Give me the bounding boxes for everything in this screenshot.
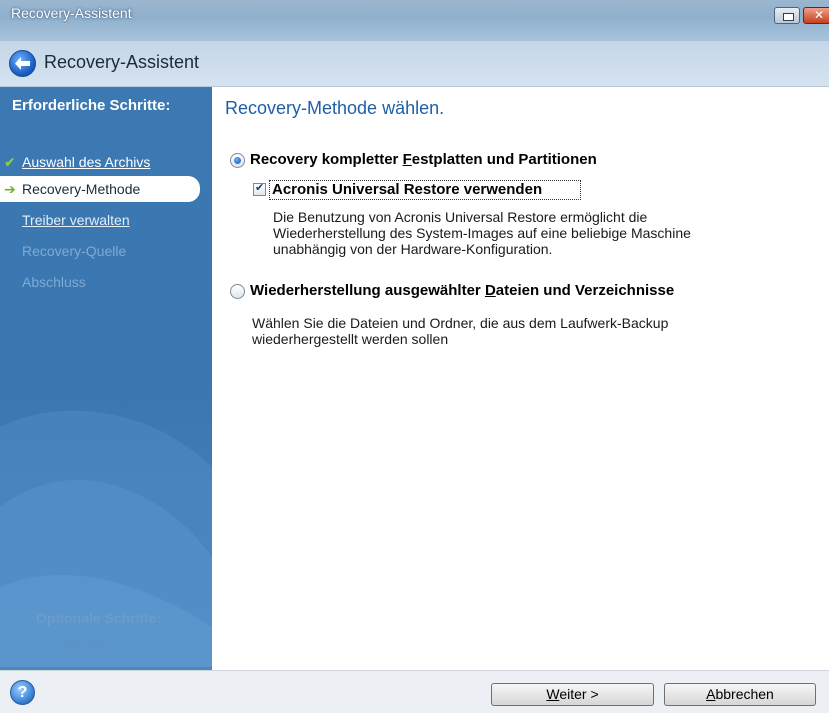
universal-restore-description: Die Benutzung von Acronis Universal Rest… — [273, 209, 691, 257]
sidebar-step-label: Abschluss — [22, 274, 86, 290]
accelerator-key: D — [484, 282, 496, 299]
back-arrow-icon[interactable] — [9, 50, 36, 77]
universal-restore-checkbox[interactable] — [253, 181, 266, 196]
wizard-header: Recovery-Assistent — [0, 41, 829, 87]
label-text: Wiederherstellung ausgewählter — [250, 282, 485, 299]
description-line: Wiederherstellung des System-Images auf … — [273, 225, 691, 241]
sidebar-step-label: Recovery-Methode — [22, 181, 141, 197]
accelerator-key: W — [546, 686, 560, 702]
back-arrow-glyph — [15, 57, 30, 70]
button-label: bbrechen — [715, 686, 774, 702]
sidebar-step-recovery-method: ➔ Recovery-Methode — [0, 176, 200, 202]
description-line: unabhängig von der Hardware-Konfiguratio… — [273, 241, 553, 257]
header-title: Recovery-Assistent — [44, 52, 200, 72]
description-line: Die Benutzung von Acronis Universal Rest… — [273, 209, 648, 225]
steps-sidebar: Erforderliche Schritte: ✔ Auswahl des Ar… — [0, 87, 212, 670]
next-button[interactable]: Weiter > — [491, 683, 654, 706]
sidebar-step-manage-drivers[interactable]: Treiber verwalten — [0, 207, 212, 233]
sidebar-step-label: Recovery-Quelle — [22, 243, 127, 259]
description-line: Wählen Sie die Dateien und Ordner, die a… — [252, 315, 669, 331]
minimize-button[interactable] — [774, 7, 800, 24]
radio-full-disk-recovery[interactable] — [230, 153, 245, 168]
accelerator-key: F — [402, 151, 412, 168]
cancel-button[interactable]: Abbrechen — [664, 683, 816, 706]
required-steps-title: Erforderliche Schritte: — [12, 97, 171, 114]
window-titlebar: Recovery-Assistent — [0, 0, 829, 41]
arrow-right-icon: ➔ — [4, 181, 16, 197]
wizard-footer: ? Weiter > Abbrechen — [0, 670, 829, 713]
option-full-disk-recovery-label[interactable]: Recovery kompletter Festplatten und Part… — [250, 151, 597, 168]
universal-restore-label[interactable]: Acronis Universal Restore verwenden — [272, 181, 542, 198]
optional-steps-title: Optionale Schritte: — [36, 610, 162, 626]
option-file-recovery-label[interactable]: Wiederherstellung ausgewählter Dateien u… — [250, 282, 674, 299]
button-label: eiter > — [559, 686, 599, 702]
sidebar-step-finish: Abschluss — [0, 269, 212, 295]
label-text: ateien und Verzeichnisse — [495, 282, 675, 299]
label-text: estplatten und Partitionen — [411, 151, 597, 168]
sidebar-step-label: Treiber verwalten — [22, 212, 130, 228]
main-content: Recovery-Methode wählen. Recovery komple… — [212, 87, 829, 670]
label-text: Recovery kompletter — [250, 151, 403, 168]
checkmark-icon: ✔ — [4, 154, 16, 170]
window-title: Recovery-Assistent — [11, 5, 132, 21]
sidebar-step-recovery-source: Recovery-Quelle — [0, 238, 212, 264]
help-icon[interactable]: ? — [10, 680, 35, 705]
description-line: wiederhergestellt werden sollen — [252, 331, 449, 347]
sidebar-step-archive-selection[interactable]: ✔ Auswahl des Archivs — [0, 149, 212, 175]
sidebar-step-label: Auswahl des Archivs — [22, 154, 151, 170]
file-recovery-description: Wählen Sie die Dateien und Ordner, die a… — [252, 315, 668, 347]
sidebar-optional-options: Optionen — [56, 636, 109, 651]
page-heading: Recovery-Methode wählen. — [225, 98, 445, 118]
close-button[interactable] — [803, 7, 829, 24]
radio-file-recovery[interactable] — [230, 284, 245, 299]
